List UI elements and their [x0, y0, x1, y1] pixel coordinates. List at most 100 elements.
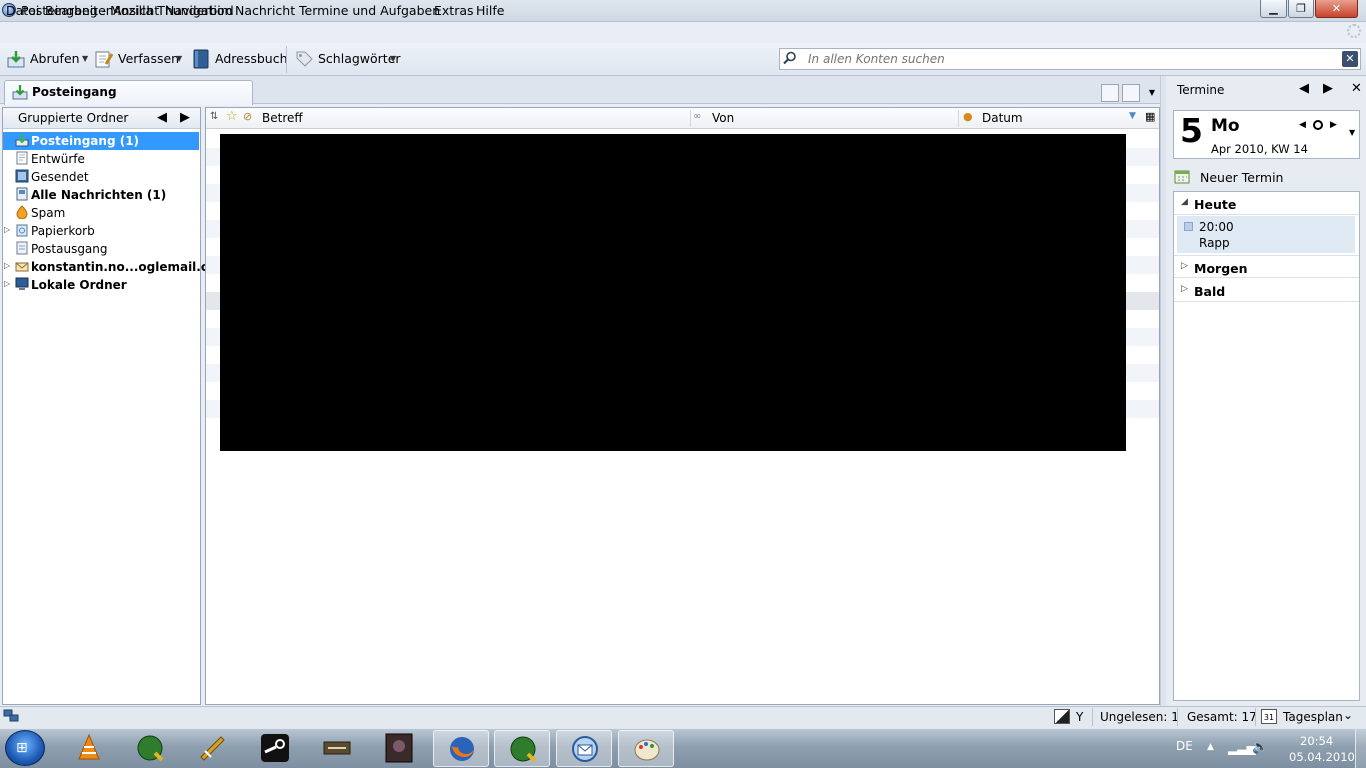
- vlc-icon: [78, 733, 100, 760]
- maximize-button[interactable]: ❐: [1288, 0, 1314, 18]
- taskbar-firefox[interactable]: [433, 730, 489, 767]
- folder-spam[interactable]: Spam: [3, 204, 199, 222]
- folder-posteingang[interactable]: Posteingang (1): [3, 132, 199, 150]
- unread-count: Ungelesen: 1: [1100, 710, 1179, 724]
- today-icon[interactable]: [1313, 120, 1323, 130]
- taskbar-game[interactable]: [371, 730, 427, 767]
- menu-ansicht[interactable]: Ansicht: [113, 3, 159, 18]
- menu-hilfe[interactable]: Hilfe: [476, 3, 504, 18]
- show-hidden-icons-icon[interactable]: ▲: [1207, 742, 1214, 752]
- taskbar-battlefield[interactable]: [309, 730, 365, 767]
- star-icon[interactable]: ☆: [226, 109, 238, 124]
- folder-name: konstantin.no...oglemail.com: [31, 260, 229, 274]
- previous-folder-mode-icon[interactable]: ◀: [157, 110, 167, 125]
- chevron-down-icon[interactable]: ⌄: [1343, 708, 1353, 722]
- security-status-icon[interactable]: [1054, 709, 1070, 724]
- folder-entwuerfe[interactable]: Entwürfe: [3, 150, 199, 168]
- taskbar-app-3[interactable]: [184, 730, 240, 767]
- clipboard-icon[interactable]: [1122, 84, 1140, 102]
- steam-icon: [261, 734, 289, 762]
- chevron-down-icon[interactable]: ▼: [1145, 84, 1159, 102]
- minimize-button[interactable]: ▁: [1260, 0, 1287, 18]
- menu-extras[interactable]: Extras: [434, 3, 474, 18]
- folder-postausgang[interactable]: Postausgang: [3, 240, 199, 258]
- menu-nachricht[interactable]: Nachricht: [235, 3, 295, 18]
- taskbar-steam[interactable]: [247, 730, 303, 767]
- column-separator[interactable]: [958, 110, 959, 127]
- agenda-section-morgen[interactable]: ▷ Morgen: [1174, 255, 1359, 278]
- folder-account[interactable]: ▷ konstantin.no...oglemail.com: [3, 258, 229, 276]
- folder-gesendet[interactable]: Gesendet: [3, 168, 199, 186]
- clock-date[interactable]: 05.04.2010: [1289, 750, 1355, 764]
- calendar-day-icon[interactable]: 31: [1261, 709, 1277, 724]
- close-today-pane-icon[interactable]: ✕: [1351, 81, 1362, 96]
- expand-icon[interactable]: ▷: [4, 225, 10, 234]
- today-pane-mode[interactable]: Tagesplan: [1283, 710, 1343, 724]
- folder-name: Postausgang: [31, 242, 108, 256]
- sort-direction-icon[interactable]: ▼: [1129, 111, 1136, 121]
- show-desktop-button[interactable]: [1355, 729, 1366, 768]
- expand-icon[interactable]: ▷: [4, 279, 10, 288]
- chevron-down-icon[interactable]: ▼: [390, 47, 396, 71]
- address-book-icon: [193, 49, 209, 69]
- junk-status-icon[interactable]: ●: [963, 110, 973, 123]
- section-label: Bald: [1194, 284, 1226, 299]
- maximize-icon: ❐: [1296, 2, 1306, 15]
- previous-arrow-icon[interactable]: ◀: [1299, 81, 1309, 96]
- folder-alle-nachrichten[interactable]: Alle Nachrichten (1): [3, 186, 199, 204]
- search-icon[interactable]: [783, 51, 797, 65]
- folder-lokale-ordner[interactable]: ▷ Lokale Ordner: [3, 276, 199, 294]
- search-input[interactable]: [806, 51, 1326, 67]
- column-picker-icon[interactable]: ▦: [1145, 110, 1155, 123]
- chevron-down-icon[interactable]: ▼: [82, 47, 88, 71]
- expand-icon[interactable]: ▷: [1181, 284, 1188, 294]
- chevron-down-icon[interactable]: ▼: [1349, 128, 1355, 137]
- layout-view-icon[interactable]: [1101, 84, 1119, 102]
- menu-navigation[interactable]: Navigation: [165, 3, 232, 18]
- column-datum[interactable]: Datum: [982, 111, 1023, 125]
- tags-button[interactable]: Schlagwörter ▼: [294, 47, 401, 71]
- address-book-button[interactable]: Adressbuch: [191, 47, 288, 71]
- agenda-section-bald[interactable]: ▷ Bald: [1174, 279, 1359, 302]
- language-indicator[interactable]: DE: [1176, 739, 1193, 753]
- menu-bearbeiten[interactable]: Bearbeiten: [45, 3, 114, 18]
- clock-time[interactable]: 20:54: [1300, 734, 1333, 748]
- close-button[interactable]: ✕: [1315, 0, 1358, 18]
- menu-datei[interactable]: Datei: [6, 3, 39, 18]
- collapse-icon[interactable]: ◢: [1181, 197, 1188, 207]
- next-arrow-icon[interactable]: ▶: [1323, 81, 1333, 96]
- taskbar-app-8[interactable]: [494, 730, 550, 767]
- folder-papierkorb[interactable]: ▷ Papierkorb: [3, 222, 199, 240]
- next-folder-mode-icon[interactable]: ▶: [180, 110, 190, 125]
- clear-search-icon[interactable]: ✕: [1342, 51, 1358, 67]
- taskbar-vlc[interactable]: [61, 730, 117, 767]
- expand-icon[interactable]: ▷: [4, 261, 10, 270]
- taskbar-thunderbird[interactable]: [556, 730, 612, 767]
- online-status-icon[interactable]: [3, 709, 19, 723]
- get-mail-button[interactable]: Abrufen ▼: [6, 47, 90, 71]
- column-von[interactable]: Von: [712, 111, 734, 125]
- agenda-section-heute[interactable]: ◢ Heute: [1174, 192, 1359, 215]
- quintessential-icon: [510, 736, 537, 763]
- compose-button[interactable]: Verfassen ▼: [94, 47, 186, 71]
- column-betreff[interactable]: Betreff: [262, 111, 303, 125]
- read-status-icon[interactable]: ∞: [693, 111, 701, 122]
- tag-icon: [296, 51, 313, 67]
- volume-icon[interactable]: 🔈: [1252, 740, 1268, 755]
- calendar-icon[interactable]: [1174, 168, 1190, 184]
- date-month-week: Apr 2010, KW 14: [1211, 142, 1308, 156]
- attachment-icon[interactable]: ⊘: [243, 110, 252, 123]
- app-icon: [200, 736, 225, 761]
- taskbar-paint[interactable]: [618, 730, 674, 767]
- new-event-button[interactable]: Neuer Termin: [1200, 170, 1283, 185]
- chevron-down-icon[interactable]: ▼: [176, 47, 182, 71]
- thread-column-icon[interactable]: ⇅: [210, 111, 218, 122]
- next-day-icon[interactable]: ▶: [1330, 120, 1337, 130]
- previous-day-icon[interactable]: ◀: [1299, 120, 1306, 130]
- total-count: Gesamt: 17: [1187, 710, 1257, 724]
- menu-termine-und-aufgaben[interactable]: Termine und Aufgaben: [299, 3, 440, 18]
- column-separator[interactable]: [690, 110, 691, 127]
- expand-icon[interactable]: ▷: [1181, 261, 1188, 271]
- taskbar-app-2[interactable]: [122, 730, 178, 767]
- outbox-icon: [16, 241, 28, 255]
